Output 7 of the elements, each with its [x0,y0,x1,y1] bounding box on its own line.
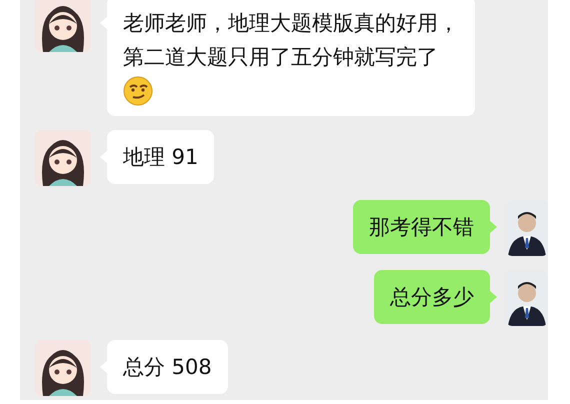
photo-placeholder[interactable] [506,270,548,326]
avatar-drawing[interactable] [35,130,91,186]
bubble-tail [489,290,497,304]
photo-placeholder[interactable] [506,200,548,256]
bubble-tail [489,220,497,234]
avatar-drawing[interactable] [35,340,91,396]
avatar-drawing[interactable] [35,0,91,52]
